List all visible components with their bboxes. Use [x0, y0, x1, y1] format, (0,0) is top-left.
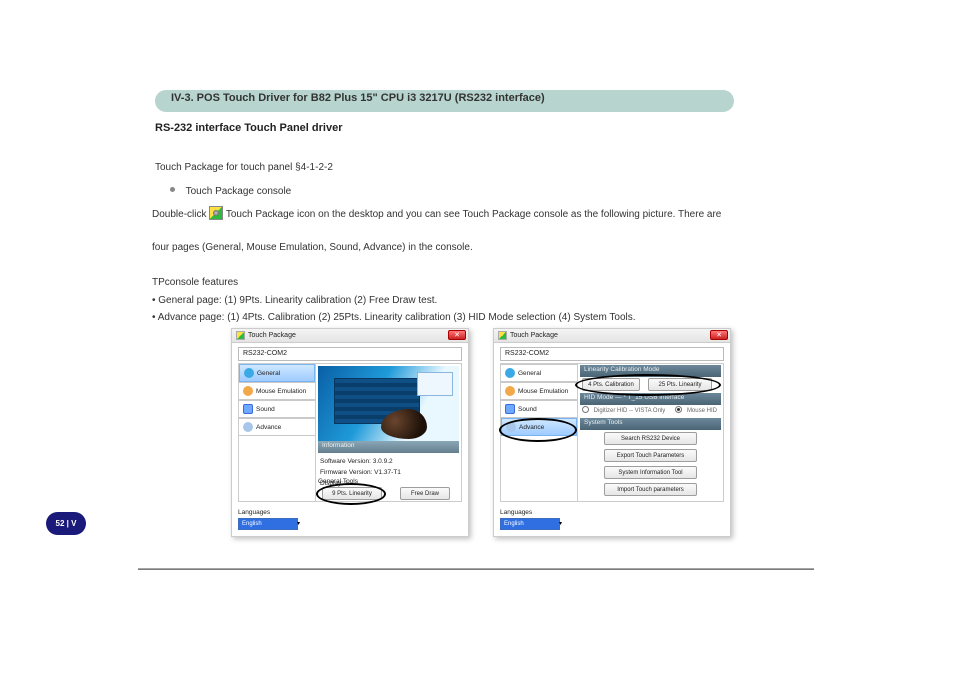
radio-mouse-hid-label: Mouse HID	[687, 408, 717, 414]
free-draw-button[interactable]: Free Draw	[400, 487, 450, 500]
general-tools-label: General Tools	[318, 478, 358, 485]
preview-image	[318, 366, 459, 441]
page-number-pill: 52 | V	[46, 512, 86, 535]
linearity-header: Linearity Calibration Mode	[580, 365, 721, 377]
sound-icon	[243, 404, 253, 414]
radio-digitizer-hid[interactable]	[582, 406, 589, 413]
window-body: General Mouse Emulation Sound Advance Li…	[500, 363, 724, 502]
system-tools-header: System Tools	[580, 418, 721, 430]
four-pts-calibration-button[interactable]: 4 Pts. Calibration	[582, 378, 640, 391]
bullet-line: Touch Package console	[170, 184, 291, 199]
tab-sound[interactable]: Sound	[501, 400, 577, 418]
tab-sound-label: Sound	[518, 406, 537, 413]
window-app-icon	[236, 331, 245, 340]
paragraph-3: four pages (General, Mouse Emulation, So…	[152, 240, 794, 255]
export-touch-parameters-button[interactable]: Export Touch Parameters	[604, 449, 697, 462]
languages-row: Languages English	[238, 509, 298, 530]
paragraph-6: • Advance page: (1) 4Pts. Calibration (2…	[152, 310, 794, 325]
gear-icon	[243, 422, 253, 432]
globe-icon	[244, 368, 254, 378]
paragraph-1: Touch Package for touch panel §4-1-2-2	[155, 160, 333, 175]
device-combobox[interactable]: RS232-COM2	[238, 347, 462, 361]
information-header: Information	[318, 441, 459, 453]
window-titlebar: Touch Package ✕	[232, 329, 468, 343]
section-subtitle: RS-232 interface Touch Panel driver	[155, 122, 342, 134]
tab-general[interactable]: General	[239, 364, 315, 382]
device-combobox-value: RS232-COM2	[505, 350, 549, 357]
import-touch-parameters-button[interactable]: Import Touch parameters	[604, 483, 697, 496]
preview-image-detail	[381, 409, 427, 439]
search-rs232-button[interactable]: Search RS232 Device	[604, 432, 697, 445]
sidebar: General Mouse Emulation Sound Advance	[501, 364, 577, 501]
screenshot-general: Touch Package ✕ RS232-COM2 General Mouse…	[231, 328, 469, 537]
tab-advance-label: Advance	[256, 424, 281, 431]
window-app-icon	[498, 331, 507, 340]
globe-icon	[505, 368, 515, 378]
tab-sound-label: Sound	[256, 406, 275, 413]
firmware-version: Firmware Version: V1.37-T1	[320, 467, 401, 478]
tab-advance[interactable]: Advance	[501, 418, 577, 436]
bullet-icon	[170, 187, 175, 192]
languages-value: English	[504, 521, 524, 527]
sound-icon	[505, 404, 515, 414]
mouse-icon	[505, 386, 515, 396]
system-information-tool-button[interactable]: System Information Tool	[604, 466, 697, 479]
hid-mode-radio-row: Digitizer HID -- VISTA Only Mouse HID	[582, 406, 719, 414]
paragraph-2-post: Touch Package icon on the desktop and yo…	[226, 209, 722, 220]
sidebar: General Mouse Emulation Sound Advance	[239, 364, 315, 501]
software-version: Software Version: 3.0.9.2	[320, 456, 401, 467]
mouse-icon	[243, 386, 253, 396]
device-combobox[interactable]: RS232-COM2	[500, 347, 724, 361]
languages-value: English	[242, 521, 262, 527]
hid-mode-header: HID Mode — * T_15 USB interface	[580, 393, 721, 405]
window-titlebar: Touch Package ✕	[494, 329, 730, 343]
footer-rule	[138, 568, 814, 570]
tab-mouse-emulation[interactable]: Mouse Emulation	[239, 382, 315, 400]
device-combobox-value: RS232-COM2	[243, 350, 287, 357]
close-icon[interactable]: ✕	[448, 330, 466, 340]
screenshot-advance: Touch Package ✕ RS232-COM2 General Mouse…	[493, 328, 731, 537]
paragraph-4: TPconsole features	[152, 275, 794, 290]
tab-sound[interactable]: Sound	[239, 400, 315, 418]
window-title: Touch Package	[510, 332, 558, 339]
tab-general-label: General	[518, 370, 541, 377]
languages-dropdown[interactable]: English	[500, 518, 560, 530]
tab-advance[interactable]: Advance	[239, 418, 315, 436]
tab-mouse-label: Mouse Emulation	[518, 388, 568, 395]
section-header-bar: IV-3. POS Touch Driver for B82 Plus 15" …	[155, 90, 734, 112]
touch-package-icon	[209, 206, 223, 220]
languages-row: Languages English	[500, 509, 560, 530]
radio-digitizer-hid-label: Digitizer HID -- VISTA Only	[594, 408, 666, 414]
window-body: General Mouse Emulation Sound Advance In…	[238, 363, 462, 502]
tab-mouse-emulation[interactable]: Mouse Emulation	[501, 382, 577, 400]
tab-advance-label: Advance	[519, 424, 544, 431]
section-header-text: IV-3. POS Touch Driver for B82 Plus 15" …	[171, 92, 545, 104]
paragraph-2-pre: Double-click	[152, 209, 209, 220]
gear-icon	[506, 422, 516, 432]
radio-mouse-hid[interactable]	[675, 406, 682, 413]
general-main-panel: Information Software Version: 3.0.9.2 Fi…	[315, 364, 461, 501]
advance-main-panel: Linearity Calibration Mode 4 Pts. Calibr…	[577, 364, 723, 501]
preview-image-detail	[417, 372, 453, 396]
paragraph-5: • General page: (1) 9Pts. Linearity cali…	[152, 293, 794, 308]
languages-label: Languages	[500, 509, 560, 516]
tab-mouse-label: Mouse Emulation	[256, 388, 306, 395]
tab-general-label: General	[257, 370, 280, 377]
tab-general[interactable]: General	[501, 364, 577, 382]
bullet-text: Touch Package console	[186, 186, 292, 197]
window-title: Touch Package	[248, 332, 296, 339]
close-icon[interactable]: ✕	[710, 330, 728, 340]
nine-pts-linearity-button[interactable]: 9 Pts. Linearity	[322, 487, 382, 500]
twenty-five-pts-linearity-button[interactable]: 25 Pts. Linearity	[648, 378, 712, 391]
languages-dropdown[interactable]: English	[238, 518, 298, 530]
languages-label: Languages	[238, 509, 298, 516]
paragraph-2: Double-click Touch Package icon on the d…	[152, 206, 794, 223]
